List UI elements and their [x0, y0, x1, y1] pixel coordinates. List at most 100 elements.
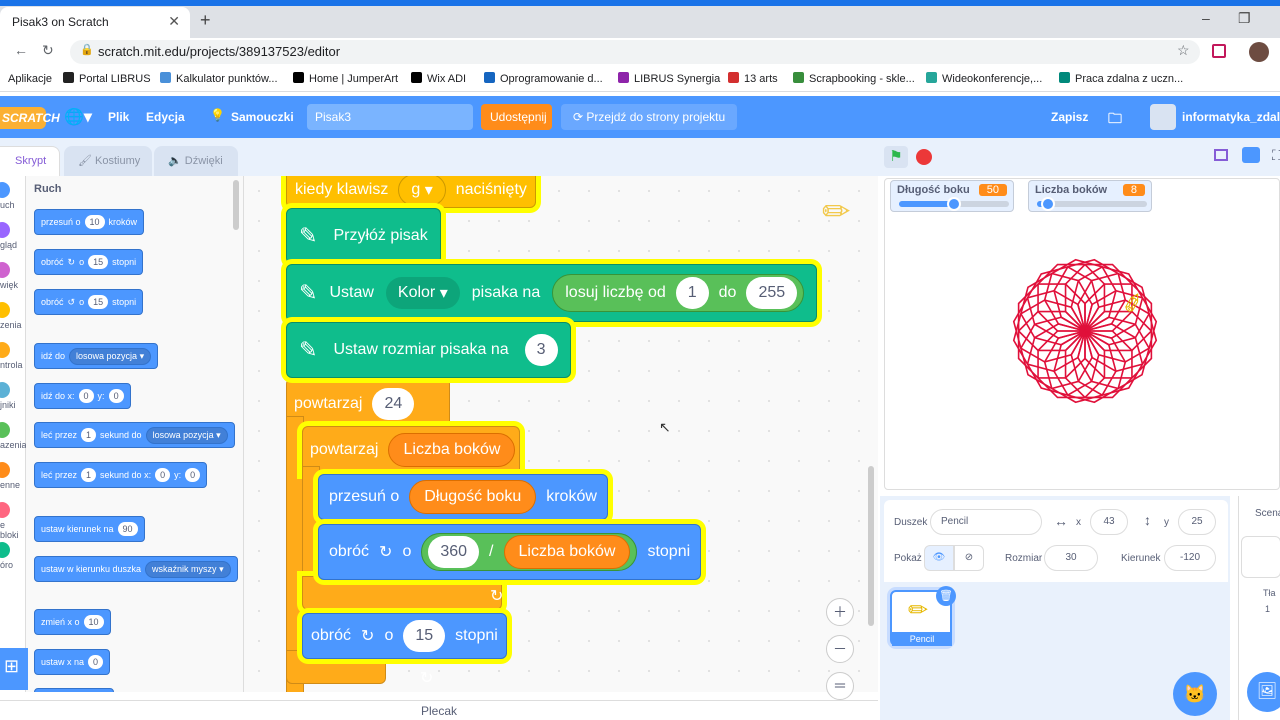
- variable-reporter[interactable]: Liczba boków: [388, 433, 516, 467]
- fullscreen-icon[interactable]: ⛶: [1272, 147, 1280, 164]
- category-dot[interactable]: [0, 222, 10, 238]
- input[interactable]: 15: [88, 255, 109, 269]
- green-flag-icon[interactable]: ⚑: [884, 146, 908, 168]
- tab-code[interactable]: Skrypt: [0, 146, 60, 176]
- input[interactable]: 90: [117, 522, 138, 536]
- user-avatar[interactable]: [1150, 104, 1176, 130]
- category-label[interactable]: więk: [0, 280, 18, 290]
- turn-block[interactable]: obróć ↻ o 360 / Liczba boków stopni: [318, 524, 702, 580]
- category-dot[interactable]: [0, 462, 10, 478]
- variable-reporter[interactable]: Liczba boków: [503, 535, 631, 569]
- bookmark-item[interactable]: Wideokonferencje,...: [926, 72, 1042, 85]
- folder-icon[interactable]: 🗀: [1108, 108, 1122, 132]
- input[interactable]: 1: [81, 468, 97, 482]
- bookmark-item[interactable]: LIBRUS Synergia: [618, 72, 720, 85]
- category-dot[interactable]: [0, 262, 10, 278]
- dropdown[interactable]: losowa pozycja ▾: [69, 347, 152, 365]
- repeat-outer-block[interactable]: powtarzaj 24: [294, 388, 415, 420]
- input[interactable]: 1: [81, 428, 97, 442]
- input[interactable]: 0: [155, 468, 171, 482]
- bookmark-item[interactable]: Kalkulator punktów...: [160, 72, 278, 85]
- category-label[interactable]: jniki: [0, 400, 16, 410]
- profile-avatar[interactable]: [1249, 42, 1269, 62]
- username[interactable]: informatyka_zdalnie: [1182, 110, 1280, 124]
- variable-reporter[interactable]: Długość boku: [409, 480, 537, 514]
- move-block[interactable]: przesuń o Długość boku kroków: [318, 474, 608, 520]
- tutorials-menu[interactable]: Samouczki: [231, 110, 294, 124]
- bookmark-item[interactable]: 13 arts: [728, 72, 778, 85]
- palette-point-dir-block[interactable]: ustaw kierunek na 90: [34, 516, 145, 542]
- x-input[interactable]: 43: [1090, 509, 1128, 535]
- palette-point-towards-block[interactable]: ustaw w kierunku duszka wskaźnik myszy ▾: [34, 556, 238, 582]
- category-dot[interactable]: [0, 542, 10, 558]
- category-label[interactable]: uch: [0, 200, 15, 210]
- scratch-logo[interactable]: SCRATCH: [0, 107, 60, 129]
- divide-operator[interactable]: 360 / Liczba boków: [421, 533, 638, 571]
- category-dot[interactable]: [0, 342, 10, 358]
- extension-icon[interactable]: [1212, 44, 1226, 58]
- maximize-button[interactable]: ❐: [1238, 10, 1251, 27]
- add-sprite-icon[interactable]: 🐱: [1173, 672, 1217, 716]
- browser-tab[interactable]: Pisak3 on Scratch ✕: [0, 7, 190, 38]
- set-pen-color-block[interactable]: ✎ Ustaw Kolor ▾ pisaka na losuj liczbę od 1 do…: [286, 264, 818, 322]
- number-input[interactable]: 360: [428, 536, 480, 568]
- set-pen-size-block[interactable]: ✎ Ustaw rozmiar pisaka na 3: [286, 322, 571, 378]
- normal-stage-icon[interactable]: [1242, 147, 1260, 163]
- palette-partial-block[interactable]: [34, 688, 114, 692]
- repeat-inner-block[interactable]: powtarzaj Liczba boków: [310, 433, 516, 467]
- to-input[interactable]: 255: [746, 277, 798, 309]
- palette-glide-xy-block[interactable]: leć przez 1 sekund do x: 0 y: 0: [34, 462, 208, 488]
- share-button[interactable]: Udostępnij: [481, 104, 552, 130]
- when-key-pressed-block[interactable]: kiedy klawisz g ▾ naciśnięty: [286, 176, 536, 208]
- sprite-thumbnail[interactable]: ✏ Pencil 🗑: [890, 586, 956, 646]
- small-stage-icon[interactable]: [1214, 149, 1228, 161]
- tab-costumes[interactable]: 🖌 Kostiumy: [64, 146, 152, 176]
- zoom-reset-icon[interactable]: ＝: [826, 672, 854, 700]
- add-extension-button[interactable]: ⊞: [0, 648, 28, 690]
- input[interactable]: 15: [88, 295, 109, 309]
- stage-thumbnail[interactable]: [1241, 536, 1280, 578]
- input[interactable]: 0: [78, 389, 94, 403]
- palette-move-block[interactable]: przesuń o 10 kroków: [34, 209, 145, 235]
- stop-icon[interactable]: [916, 149, 932, 165]
- edit-menu[interactable]: Edycja: [146, 110, 185, 124]
- category-label[interactable]: gląd: [0, 240, 17, 250]
- slider-thumb[interactable]: [947, 197, 961, 211]
- category-label[interactable]: ntrola: [0, 360, 23, 370]
- category-label[interactable]: azenia: [0, 440, 27, 450]
- reload-icon[interactable]: ↻: [42, 42, 54, 59]
- from-input[interactable]: 1: [675, 277, 709, 309]
- dropdown[interactable]: wskaźnik myszy ▾: [145, 560, 231, 578]
- bookmark-item[interactable]: Praca zdalna z uczn...: [1059, 72, 1183, 85]
- random-operator[interactable]: losuj liczbę od 1 do 255: [552, 274, 805, 312]
- backpack[interactable]: Plecak: [0, 700, 878, 720]
- save-button[interactable]: Zapisz: [1051, 110, 1088, 124]
- color-param-dropdown[interactable]: Kolor ▾: [385, 277, 460, 309]
- category-dot[interactable]: [0, 302, 10, 318]
- bookmark-star-icon[interactable]: ☆: [1177, 42, 1190, 59]
- project-title-input[interactable]: Pisak3: [307, 104, 473, 130]
- repeat-count-input[interactable]: 24: [372, 388, 415, 420]
- show-visible-icon[interactable]: 👁: [924, 545, 954, 571]
- input[interactable]: 0: [108, 389, 124, 403]
- palette-scrollbar[interactable]: [233, 180, 239, 230]
- palette-goto-xy-block[interactable]: idź do x: 0 y: 0: [34, 383, 131, 409]
- zoom-out-icon[interactable]: －: [826, 635, 854, 663]
- category-label[interactable]: óro: [0, 560, 13, 570]
- back-icon[interactable]: ←: [14, 42, 28, 58]
- degrees-input[interactable]: 15: [403, 620, 446, 652]
- new-tab-button[interactable]: +: [200, 10, 211, 31]
- script-area[interactable]: powtarzaj 24 powtarzaj Liczba boków ↻ prze…: [244, 176, 878, 692]
- size-input[interactable]: 30: [1044, 545, 1098, 571]
- slider-thumb[interactable]: [1041, 197, 1055, 211]
- category-dot[interactable]: [0, 422, 10, 438]
- palette-turn-left-block[interactable]: obróć ↺ o 15 stopni: [34, 289, 144, 315]
- category-label[interactable]: zenia: [0, 320, 22, 330]
- file-menu[interactable]: Plik: [108, 110, 129, 124]
- turn-15-block[interactable]: obróć ↻ o 15 stopni: [302, 613, 507, 659]
- monitor-slider[interactable]: [899, 197, 1009, 211]
- bookmark-item[interactable]: Home | JumperArt: [293, 72, 398, 85]
- script-scrollbar[interactable]: [868, 466, 874, 626]
- category-label[interactable]: e bloki: [0, 520, 25, 540]
- palette-set-x-block[interactable]: ustaw x na 0: [34, 649, 111, 675]
